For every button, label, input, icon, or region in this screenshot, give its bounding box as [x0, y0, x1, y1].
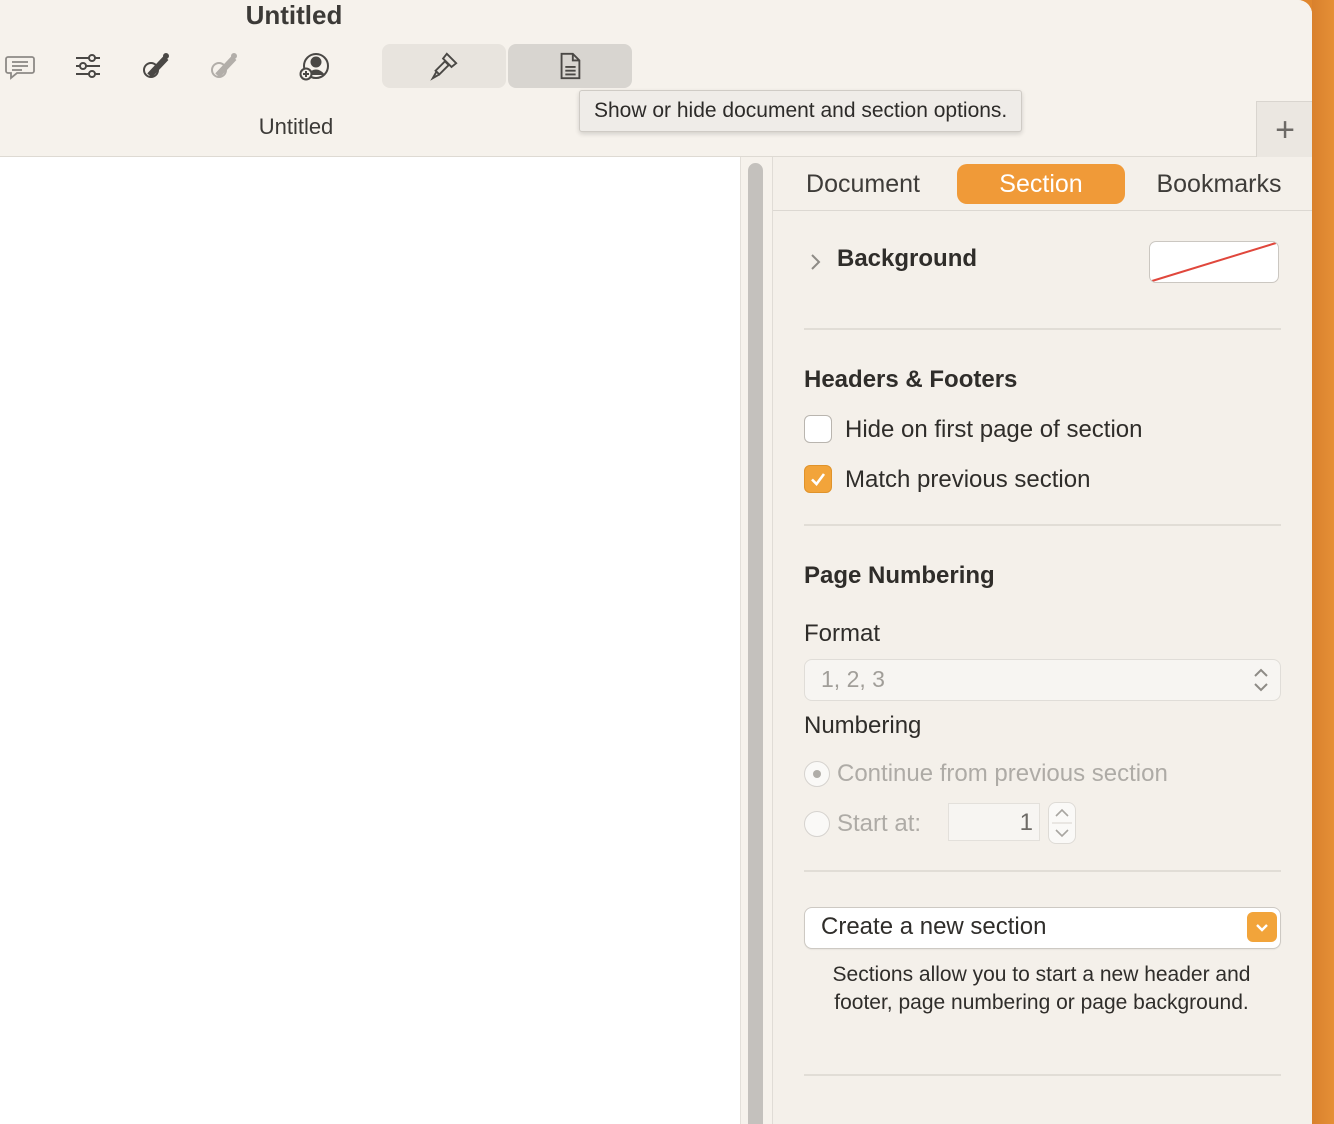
document-inspector: Document Section Bookmarks Background He…: [772, 157, 1312, 1124]
headers-footers-heading: Headers & Footers: [804, 366, 1018, 393]
app-window: Untitled Untitled + Document Section Boo…: [0, 0, 1312, 1124]
format-button[interactable]: [382, 44, 506, 88]
format-select: 1, 2, 3: [804, 659, 1281, 701]
updown-arrows-icon: [1254, 668, 1268, 692]
window-title: Untitled: [245, 0, 343, 30]
chevron-down-icon: [1256, 924, 1268, 932]
background-label: Background: [837, 245, 978, 272]
scrollbar-thumb[interactable]: [748, 163, 763, 1124]
document-tab-title[interactable]: Untitled: [196, 114, 396, 140]
no-fill-icon: [1151, 242, 1277, 282]
tab-section[interactable]: Section: [957, 164, 1125, 204]
background-row: Background: [804, 241, 1281, 285]
start-at-label: Start at:: [837, 810, 922, 837]
scrollbar[interactable]: [741, 157, 771, 1124]
toolbar: Untitled Untitled +: [0, 0, 1312, 158]
format-label: Format: [804, 620, 881, 647]
tabs-divider: [773, 210, 1312, 211]
tab-document[interactable]: Document: [788, 164, 938, 204]
continue-radio: [804, 761, 830, 787]
divider: [804, 328, 1281, 330]
tooltip: Show or hide document and section option…: [579, 90, 1023, 132]
background-color-well[interactable]: [1149, 241, 1279, 283]
document-icon: [560, 52, 581, 80]
start-at-field: 1: [948, 803, 1040, 841]
match-previous-label[interactable]: Match previous section: [845, 466, 1090, 494]
document-canvas[interactable]: [0, 157, 741, 1124]
pen-disabled-icon: [206, 48, 242, 84]
adjust-sliders-icon[interactable]: [70, 48, 106, 84]
stepper-arrows-icon: [1052, 808, 1072, 838]
divider: [804, 870, 1281, 872]
new-tab-button[interactable]: +: [1256, 101, 1312, 158]
tab-bookmarks[interactable]: Bookmarks: [1143, 164, 1295, 204]
sections-help-text: Sections allow you to start a new header…: [832, 963, 1251, 1014]
format-value: 1, 2, 3: [821, 666, 885, 692]
popup-arrow-button[interactable]: [1247, 912, 1277, 942]
checkmark-icon: [811, 473, 826, 486]
create-section-label: Create a new section: [821, 913, 1047, 940]
hide-first-page-checkbox[interactable]: [804, 415, 832, 443]
numbering-label: Numbering: [804, 712, 922, 739]
match-previous-checkbox[interactable]: [804, 465, 832, 493]
pen-icon[interactable]: [138, 48, 174, 84]
create-section-popup[interactable]: Create a new section: [804, 907, 1281, 949]
divider: [804, 524, 1281, 526]
hide-first-page-label[interactable]: Hide on first page of section: [845, 416, 1143, 444]
divider: [804, 1074, 1281, 1076]
document-button[interactable]: [508, 44, 632, 88]
paintbrush-icon: [430, 52, 458, 81]
start-at-stepper: [1048, 802, 1076, 844]
page-numbering-heading: Page Numbering: [804, 562, 995, 589]
desktop-background: [1312, 0, 1334, 1124]
chevron-right-icon[interactable]: [804, 251, 826, 273]
collaborate-icon[interactable]: [296, 48, 332, 84]
start-at-radio: [804, 811, 830, 837]
comment-icon[interactable]: [2, 48, 38, 84]
continue-label: Continue from previous section: [837, 760, 1168, 787]
